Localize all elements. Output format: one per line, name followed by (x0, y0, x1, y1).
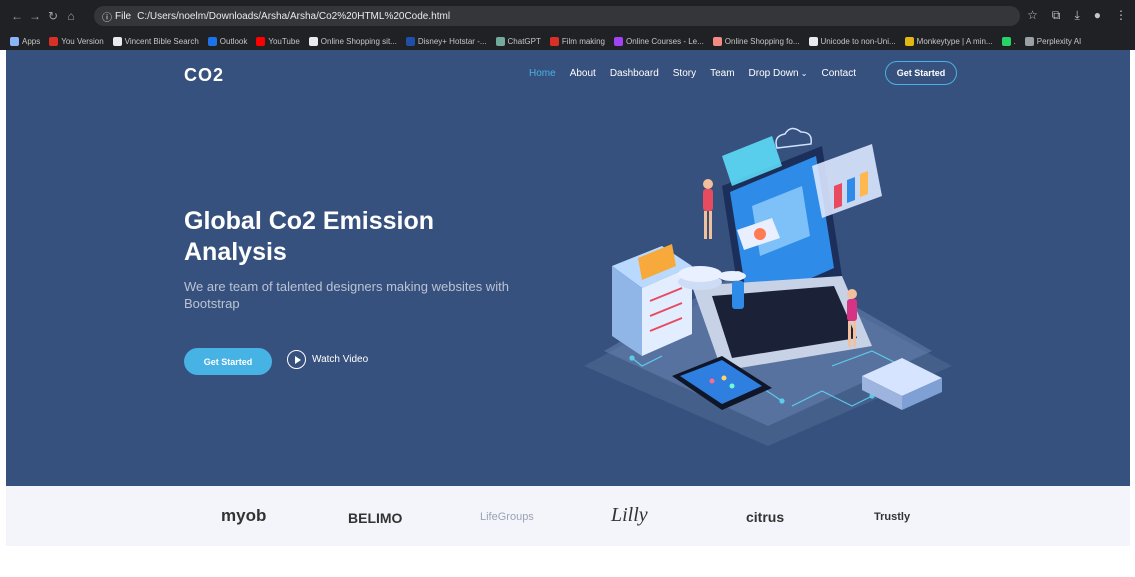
bookmark-label: You Version (61, 36, 104, 46)
home-icon[interactable]: ⌂ (62, 9, 80, 23)
bookmark-item[interactable]: Online Shopping sit... (308, 36, 397, 46)
client-logo-lifegroups: LifeGroups (480, 511, 534, 523)
nav-item-label: About (569, 68, 596, 79)
browser-chrome: ← → ↻ ⌂ ⓘ File C:/Users/noelm/Downloads/… (0, 0, 1135, 50)
client-logo-belimo: BELIMO (348, 510, 403, 526)
bookmark-item[interactable]: Online Shopping fo... (712, 36, 800, 46)
clients-section: myob BELIMO LifeGroups Lilly citrus Trus… (6, 486, 1130, 546)
url-text: C:/Users/noelm/Downloads/Arsha/Arsha/Co2… (137, 10, 451, 22)
bookmark-item[interactable]: You Version (49, 36, 104, 46)
download-icon[interactable]: ⤓ (1074, 8, 1079, 23)
bookmark-favicon-icon (308, 36, 318, 46)
nav-get-started-button[interactable]: Get Started (885, 61, 957, 85)
bookmark-label: Film making (561, 36, 605, 46)
browser-actions: ☆ ⧉ ⤓ ● ⋮ (1027, 8, 1127, 23)
bookmark-label: Online Shopping fo... (724, 36, 800, 46)
bookmark-favicon-icon (808, 36, 818, 46)
address-bar[interactable]: ⓘ File C:/Users/noelm/Downloads/Arsha/Ar… (94, 6, 1020, 26)
bookmark-item[interactable]: Film making (549, 36, 605, 46)
bookmark-item[interactable]: Apps (10, 36, 41, 46)
bookmark-favicon-icon (549, 36, 559, 46)
bookmark-favicon-icon (1024, 36, 1034, 46)
bookmark-label: Disney+ Hotstar -... (417, 36, 487, 46)
bookmark-label: YouTube (268, 36, 300, 46)
hero-section: CO2 Home About Dashboard Story Team Drop Down… (6, 50, 1130, 486)
watch-video-link[interactable]: Watch Video (287, 350, 368, 369)
bookmark-favicon-icon (405, 36, 415, 46)
nav-item-label: Story (672, 68, 697, 79)
bookmark-item[interactable]: . (1001, 36, 1016, 46)
person-woman-standing (703, 179, 713, 239)
chevron-down-icon: ⌄ (798, 69, 808, 78)
nav-item-team[interactable]: Team (710, 68, 734, 79)
nav-item-story[interactable]: Story (673, 68, 696, 79)
nav-item-home[interactable]: Home (529, 68, 556, 79)
bookmark-favicon-icon (712, 36, 722, 46)
bookmark-favicon-icon (207, 36, 217, 46)
bookmark-favicon-icon (1001, 36, 1011, 46)
nav-item-about[interactable]: About (570, 68, 596, 79)
site-logo[interactable]: CO2 (184, 65, 224, 86)
extensions-icon[interactable]: ⧉ (1052, 8, 1061, 23)
profile-avatar-icon[interactable]: ● (1094, 8, 1101, 23)
forward-arrow-icon[interactable]: → (26, 9, 44, 23)
nav-item-label: Team (710, 68, 735, 79)
bookmark-label: Online Shopping sit... (320, 36, 397, 46)
bookmark-item[interactable]: Disney+ Hotstar -... (405, 36, 487, 46)
bookmark-label: Apps (22, 36, 41, 46)
bookmark-favicon-icon (10, 36, 19, 46)
file-chip-label: File (115, 10, 132, 22)
nav-item-drop-down[interactable]: Drop Down ⌄ (749, 68, 808, 79)
cloud-icon (775, 127, 813, 149)
info-icon: ⓘ (102, 12, 112, 24)
bookmark-item[interactable]: ChatGPT (495, 36, 541, 46)
bookmark-label: Online Courses - Le... (625, 36, 704, 46)
bookmark-label: Unicode to non-Uni... (820, 36, 896, 46)
bookmark-label: Vincent Bible Search (124, 36, 199, 46)
client-logo-citrus: citrus (746, 509, 785, 525)
bookmark-favicon-icon (112, 36, 122, 46)
bookmark-star-icon[interactable]: ☆ (1027, 8, 1038, 23)
nav-item-label: Home (529, 68, 556, 79)
hero-illustration (584, 127, 952, 446)
bookmark-label: Perplexity AI (1036, 36, 1082, 46)
bookmarks-bar: Apps You Version Vincent Bible Search Outlo… (0, 32, 1135, 50)
bookmark-item[interactable]: YouTube (256, 36, 300, 46)
bookmark-label: ChatGPT (507, 36, 541, 46)
play-icon (287, 350, 306, 369)
bookmark-label: Outlook (219, 36, 248, 46)
bookmark-favicon-icon (613, 36, 623, 46)
nav-item-label: Drop Down (748, 68, 799, 79)
bookmark-item[interactable]: Unicode to non-Uni... (808, 36, 896, 46)
nav-item-contact[interactable]: Contact (822, 68, 856, 79)
hero-get-started-button[interactable]: Get Started (184, 348, 272, 375)
bookmark-favicon-icon (495, 36, 505, 46)
bookmark-favicon-icon (256, 36, 266, 46)
bookmark-label: . (1013, 36, 1016, 46)
bookmark-item[interactable]: Perplexity AI (1024, 36, 1082, 46)
menu-kebab-icon[interactable]: ⋮ (1115, 8, 1127, 23)
client-logo-trustly: Trustly (874, 511, 911, 523)
hero-title: Global Co2 Emission Analysis (184, 207, 435, 266)
nav-item-label: Dashboard (609, 68, 659, 79)
site-info-chip[interactable]: ⓘ File (102, 9, 131, 24)
bookmark-label: Monkeytype | A min... (916, 36, 993, 46)
watch-video-label: Watch Video (312, 354, 369, 365)
bookmark-item[interactable]: Outlook (207, 36, 248, 46)
back-arrow-icon[interactable]: ← (8, 9, 26, 23)
client-logo-lilly: Lilly (611, 504, 648, 526)
bookmark-favicon-icon (904, 36, 914, 46)
bookmark-favicon-icon (49, 36, 59, 46)
nav-item-dashboard[interactable]: Dashboard (610, 68, 659, 79)
bookmark-item[interactable]: Online Courses - Le... (613, 36, 704, 46)
bookmark-item[interactable]: Monkeytype | A min... (904, 36, 993, 46)
main-nav: Home About Dashboard Story Team Drop Down ⌄ Co… (529, 68, 870, 79)
reload-icon[interactable]: ↻ (44, 9, 62, 23)
nav-item-label: Contact (821, 68, 856, 79)
client-logo-myob: myob (221, 506, 267, 525)
bookmark-item[interactable]: Vincent Bible Search (112, 36, 199, 46)
hero-subtitle: We are team of talented designers making… (184, 279, 509, 311)
